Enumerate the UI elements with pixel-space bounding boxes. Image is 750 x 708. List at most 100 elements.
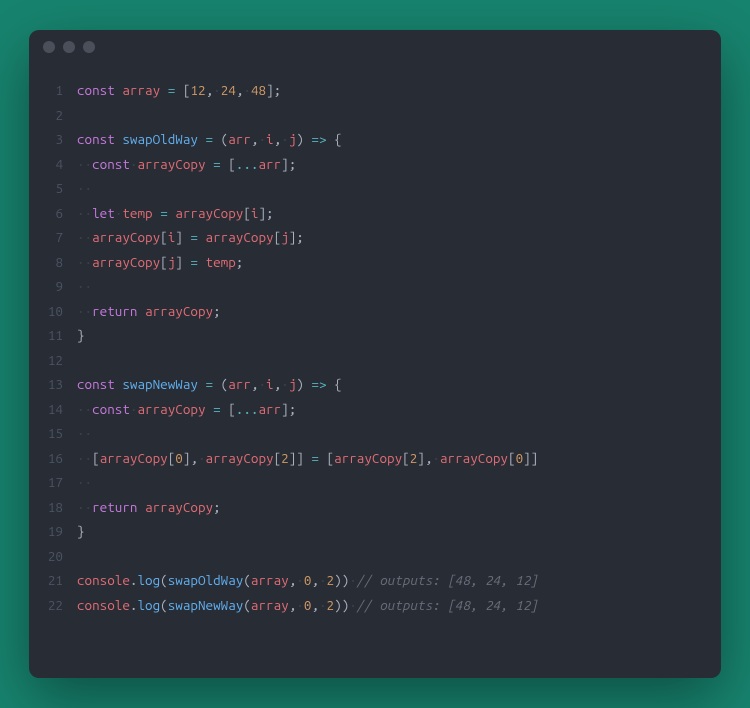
token-pun: ; (213, 499, 221, 515)
token-ws: ·· (77, 156, 92, 172)
token-op: = (311, 450, 319, 466)
token-var: arrayCopy (145, 499, 213, 515)
code-line: ··[arrayCopy[0],·arrayCopy[2]] = [arrayC… (77, 446, 707, 471)
line-number: 16 (29, 446, 63, 471)
token-op: = (213, 156, 221, 172)
code-line: ··arrayCopy[i] = arrayCopy[j]; (77, 225, 707, 250)
code-line: ··return arrayCopy; (77, 299, 707, 324)
token-ws: · (319, 597, 327, 613)
line-number: 13 (29, 372, 63, 397)
token-var: array (251, 597, 289, 613)
token-var: arr (228, 376, 251, 392)
token-pun: ] (175, 229, 183, 245)
token-fn: swapOldWay (122, 131, 198, 147)
token-pun: , (311, 597, 319, 613)
token-cmt: // outputs: [48, 24, 12] (357, 572, 538, 588)
token-ws: ·· (77, 278, 92, 294)
line-number: 3 (29, 127, 63, 152)
token-var: arrayCopy (175, 205, 243, 221)
token-op: = (190, 229, 198, 245)
code-content[interactable]: const array = [12,·24,·48]; const swapOl… (77, 78, 721, 664)
token-pun: [ (243, 205, 251, 221)
code-line: ·· (77, 274, 707, 299)
line-number: 10 (29, 299, 63, 324)
token-pun (138, 499, 146, 515)
token-pun: ], (183, 450, 198, 466)
token-pun: )) (334, 572, 349, 588)
code-editor: 12345678910111213141516171819202122 cons… (29, 64, 721, 678)
token-var: arrayCopy (92, 229, 160, 245)
token-pun (213, 131, 221, 147)
line-number: 14 (29, 397, 63, 422)
token-ws: · (349, 597, 357, 613)
token-var: arrayCopy (92, 254, 160, 270)
token-pun: ]; (266, 82, 281, 98)
token-ws: · (296, 597, 304, 613)
token-ws: · (198, 450, 206, 466)
token-ws: · (130, 401, 138, 417)
close-icon[interactable] (43, 41, 55, 53)
token-var: temp (206, 254, 236, 270)
token-op: ... (236, 156, 259, 172)
token-var: arrayCopy (145, 303, 213, 319)
token-pun: [ (221, 156, 236, 172)
token-var: arrayCopy (206, 229, 274, 245)
token-ws: · (258, 376, 266, 392)
token-pun (198, 376, 206, 392)
token-ws: · (213, 82, 221, 98)
line-number: 8 (29, 250, 63, 275)
token-pun: ], (417, 450, 432, 466)
token-ws: ·· (77, 401, 92, 417)
token-ws: ·· (77, 425, 92, 441)
line-number: 7 (29, 225, 63, 250)
code-line: } (77, 323, 707, 348)
token-ws: · (432, 450, 440, 466)
token-ws: · (130, 156, 138, 172)
token-pun: ) (296, 376, 304, 392)
line-number: 11 (29, 323, 63, 348)
token-pun (138, 303, 146, 319)
token-kw: const (77, 82, 115, 98)
token-var: arrayCopy (100, 450, 168, 466)
code-line: console.log(swapNewWay(array,·0,·2))·// … (77, 593, 707, 618)
maximize-icon[interactable] (83, 41, 95, 53)
token-var: arrayCopy (138, 156, 206, 172)
token-pun: ]; (281, 401, 296, 417)
token-ws: ·· (77, 499, 92, 515)
line-number: 5 (29, 176, 63, 201)
token-var: console (77, 597, 130, 613)
token-pun (198, 131, 206, 147)
token-fn: log (137, 572, 160, 588)
token-pun: , (206, 82, 214, 98)
token-pun: { (327, 376, 342, 392)
minimize-icon[interactable] (63, 41, 75, 53)
token-pun: ; (213, 303, 221, 319)
token-pun (206, 401, 214, 417)
code-line: ··const·arrayCopy = [...arr]; (77, 397, 707, 422)
token-pun: ] (175, 254, 183, 270)
token-kw: const (77, 131, 115, 147)
token-kw: const (92, 156, 130, 172)
token-kw: let (92, 205, 115, 221)
token-var: i (266, 131, 274, 147)
token-pun (206, 156, 214, 172)
token-op: => (311, 376, 326, 392)
token-var: arrayCopy (334, 450, 402, 466)
code-line: const swapNewWay = (arr,·i,·j) => { (77, 372, 707, 397)
token-var: console (77, 572, 130, 588)
token-ws: ·· (77, 205, 92, 221)
token-var: array (122, 82, 160, 98)
token-var: arr (258, 156, 281, 172)
token-pun: ( (243, 572, 251, 588)
token-ws: ·· (77, 229, 92, 245)
token-op: = (190, 254, 198, 270)
line-number: 2 (29, 103, 63, 128)
token-op: = (213, 401, 221, 417)
token-pun: ]] (289, 450, 304, 466)
token-var: arrayCopy (138, 401, 206, 417)
token-pun (198, 229, 206, 245)
code-line (77, 103, 707, 128)
token-fn: log (137, 597, 160, 613)
line-number: 15 (29, 421, 63, 446)
token-pun: } (77, 523, 85, 539)
